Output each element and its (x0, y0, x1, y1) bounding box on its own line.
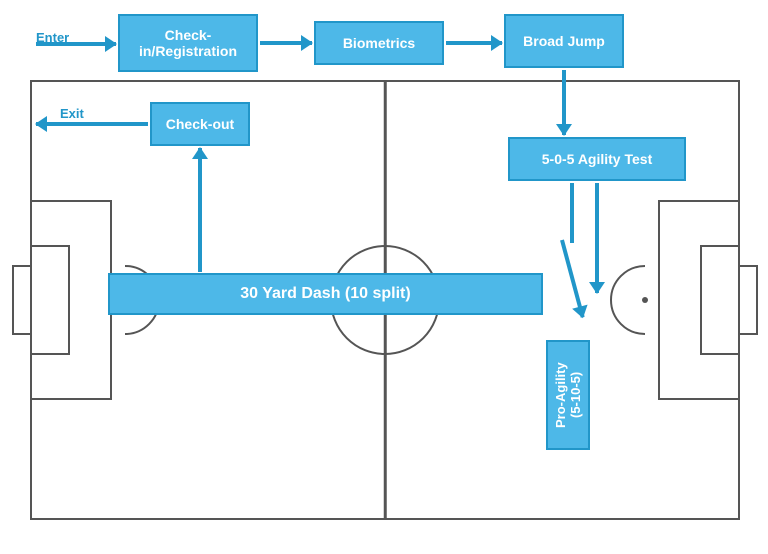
enter-arrow (36, 42, 116, 46)
main-container: Enter Check-in/Registration Biometrics B… (0, 0, 768, 554)
biometrics-to-broadjump-arrowhead (491, 35, 503, 51)
biometrics-box: Biometrics (314, 21, 444, 65)
left-goal (12, 265, 32, 335)
pro-agility-box: Pro-Agility (5-10-5) (546, 340, 590, 450)
exit-label: Exit (60, 106, 84, 121)
checkout-box: Check-out (150, 102, 250, 146)
exit-arrowhead (35, 116, 47, 132)
exit-arrow (36, 122, 148, 126)
agility-505-box: 5-0-5 Agility Test (508, 137, 686, 181)
right-goal-area (700, 245, 738, 355)
checkout-up-arrowhead (192, 147, 208, 159)
broad-jump-box: Broad Jump (504, 14, 624, 68)
agility-to-proagility-arrowhead (589, 282, 605, 294)
right-dot (642, 297, 648, 303)
checkin-to-biometrics-arrow (260, 41, 312, 45)
biometrics-to-broadjump-arrow (446, 41, 502, 45)
left-goal-area (32, 245, 70, 355)
agility-to-proagility-arrow2 (570, 183, 574, 243)
enter-arrowhead (105, 36, 117, 52)
right-goal (738, 265, 758, 335)
broadjump-down-arrow (562, 70, 566, 135)
broadjump-down-arrowhead (556, 124, 572, 136)
checkout-up-arrow (198, 148, 202, 272)
yard-dash-box: 30 Yard Dash (10 split) (108, 273, 543, 315)
checkin-box: Check-in/Registration (118, 14, 258, 72)
agility-to-proagility-arrow (595, 183, 599, 293)
checkin-to-biometrics-arrowhead (301, 35, 313, 51)
